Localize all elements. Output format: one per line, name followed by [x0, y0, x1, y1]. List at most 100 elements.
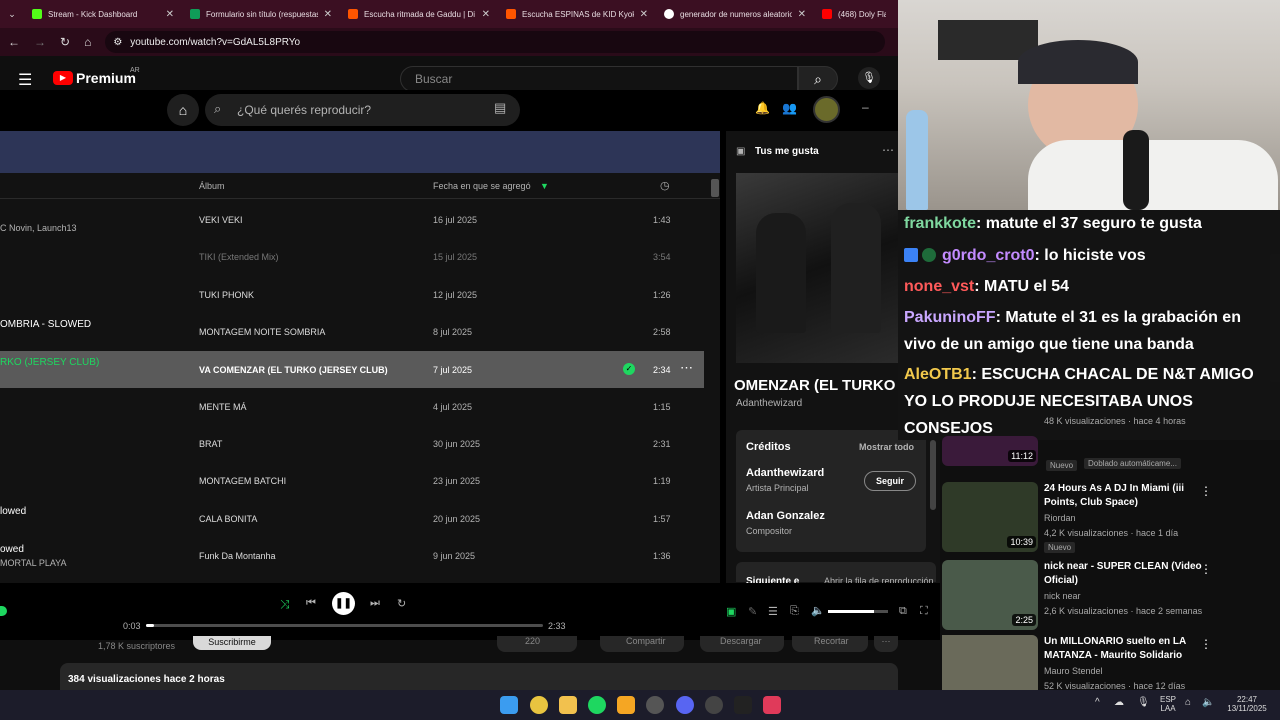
- more-options-icon[interactable]: ⋮: [1200, 562, 1212, 576]
- progress-bar[interactable]: [146, 624, 543, 627]
- scrollbar[interactable]: [711, 179, 719, 197]
- more-options-icon[interactable]: ⋮: [1200, 637, 1212, 651]
- tab-search-chevron-icon[interactable]: ⌄: [0, 0, 24, 28]
- video-title[interactable]: Un MILLONARIO suelto en LA MATANZA - Mau…: [1044, 635, 1214, 663]
- next-icon[interactable]: ⏭: [370, 597, 380, 610]
- track-album[interactable]: MONTAGEM BATCHI: [199, 476, 286, 486]
- subscribe-button[interactable]: Suscribirme: [193, 636, 271, 650]
- track-row[interactable]: OMBRIA - SLOWED MONTAGEM NOITE SOMBRIA 8 j…: [0, 313, 704, 350]
- tray-chevron-icon[interactable]: ^: [1095, 697, 1100, 708]
- show-all-link[interactable]: Mostrar todo: [859, 442, 914, 452]
- video-title[interactable]: 24 Hours As A DJ In Miami (iii Points, C…: [1044, 482, 1214, 510]
- now-playing-title[interactable]: OMENZAR (EL TURKO: [734, 377, 896, 394]
- share-button[interactable]: Compartir: [600, 636, 684, 652]
- search-icon[interactable]: ⌕: [798, 66, 838, 92]
- youtube-logo-icon[interactable]: ▶: [53, 71, 73, 85]
- channel-name[interactable]: Riordan: [1044, 513, 1076, 523]
- notifications-icon[interactable]: 🔔: [755, 101, 770, 115]
- discord-icon[interactable]: [676, 696, 694, 714]
- more-actions-icon[interactable]: ⋯: [874, 636, 898, 652]
- clip-button[interactable]: Recortar: [792, 636, 868, 652]
- browser-tab[interactable]: Stream - Kick Dashboard ✕: [24, 0, 182, 28]
- site-info-icon[interactable]: ⚙: [113, 37, 122, 48]
- network-icon[interactable]: ⌂: [1185, 697, 1191, 708]
- start-icon[interactable]: [500, 696, 518, 714]
- panel-toggle-icon[interactable]: ▣: [736, 146, 745, 157]
- like-button[interactable]: 220: [497, 636, 577, 652]
- video-title[interactable]: nick near - SUPER CLEAN (Video Oficial): [1044, 560, 1214, 588]
- keyboard-language[interactable]: ESP LAA: [1158, 695, 1178, 713]
- track-row[interactable]: BRAT 30 jun 2025 2:31: [0, 425, 704, 462]
- liked-check-icon[interactable]: ✓: [623, 363, 635, 375]
- follow-button[interactable]: Seguir: [864, 471, 916, 491]
- youtube-premium-logo[interactable]: Premium: [76, 70, 136, 86]
- clock[interactable]: 22:47 13/11/2025: [1222, 695, 1272, 713]
- browser-tab[interactable]: (468) Doly Flacko: [814, 0, 894, 28]
- track-row[interactable]: MENTE MÁ 4 jul 2025 1:15: [0, 388, 704, 425]
- related-video[interactable]: 10:39 24 Hours As A DJ In Miami (iii Poi…: [942, 482, 1272, 554]
- obs-icon[interactable]: [646, 696, 664, 714]
- track-album[interactable]: TUKI PHONK: [199, 290, 254, 300]
- devices-icon[interactable]: ⎘: [790, 605, 799, 618]
- minimize-icon[interactable]: –: [862, 100, 869, 114]
- tray-app-icon[interactable]: ☁: [1114, 697, 1124, 708]
- track-album[interactable]: VA COMENZAR (EL TURKO (JERSEY CLUB): [199, 365, 388, 375]
- file-explorer-icon[interactable]: [559, 696, 577, 714]
- volume-icon[interactable]: 🔈: [811, 604, 825, 617]
- channel-name[interactable]: nick near: [1044, 591, 1081, 601]
- capcut-icon[interactable]: [734, 696, 752, 714]
- related-video[interactable]: Un MILLONARIO suelto en LA MATANZA - Mau…: [942, 635, 1272, 690]
- close-icon[interactable]: ✕: [482, 9, 490, 20]
- browser-tab[interactable]: Escucha ritmada de Gaddu | Di ✕: [340, 0, 498, 28]
- queue-icon[interactable]: ☰: [768, 605, 778, 618]
- track-album[interactable]: CALA BONITA: [199, 514, 257, 524]
- video-thumbnail[interactable]: 10:39: [942, 482, 1038, 552]
- track-row[interactable]: TUKI PHONK 12 jul 2025 1:26: [0, 276, 704, 313]
- album-column-header[interactable]: Álbum: [199, 181, 225, 191]
- spotify-home-icon[interactable]: ⌂: [167, 94, 199, 126]
- credit-name[interactable]: Adanthewizard: [746, 467, 824, 479]
- track-album[interactable]: BRAT: [199, 439, 222, 449]
- previous-icon[interactable]: ⏮: [306, 597, 316, 610]
- miniplayer-icon[interactable]: ⧉: [899, 605, 907, 618]
- spotify-search-input[interactable]: ¿Qué querés reproducir?: [205, 94, 520, 126]
- browser-tab[interactable]: generador de numeros aleatorios ✕: [656, 0, 814, 28]
- shuffle-icon[interactable]: ⤨: [280, 597, 290, 612]
- track-album[interactable]: TIKI (Extended Mix): [199, 252, 279, 262]
- track-row-selected[interactable]: RKO (JERSEY CLUB) VA COMENZAR (EL TURKO (…: [0, 351, 704, 388]
- repeat-icon[interactable]: ↻: [397, 597, 406, 610]
- browser-tab[interactable]: Escucha ESPINAS de KID Kyoki ✕: [498, 0, 656, 28]
- menu-icon[interactable]: ☰: [18, 70, 32, 90]
- brave-icon[interactable]: [617, 696, 635, 714]
- track-album[interactable]: MONTAGEM NOITE SOMBRIA: [199, 327, 325, 337]
- more-options-icon[interactable]: ⋯: [680, 360, 693, 376]
- track-row[interactable]: C Novin, Launch13 VEKI VEKI 16 jul 2025 1:4…: [0, 201, 704, 238]
- track-row[interactable]: owed MORTAL PLAYA Funk Da Montanha 9 jun 20…: [0, 537, 704, 574]
- browse-icon[interactable]: ▤: [494, 100, 506, 116]
- tiktok-icon[interactable]: [763, 696, 781, 714]
- close-icon[interactable]: ✕: [324, 9, 332, 20]
- more-options-icon[interactable]: ⋯: [882, 143, 894, 157]
- pause-button[interactable]: ❚❚: [332, 592, 355, 615]
- video-thumbnail[interactable]: 2:25: [942, 560, 1038, 630]
- friends-icon[interactable]: 👥: [782, 101, 797, 115]
- close-icon[interactable]: ✕: [166, 9, 174, 20]
- track-row[interactable]: MONTAGEM BATCHI 23 jun 2025 1:19: [0, 462, 704, 499]
- forward-icon[interactable]: →: [34, 35, 46, 49]
- spotify-icon[interactable]: [588, 696, 606, 714]
- url-field[interactable]: ⚙ youtube.com/watch?v=GdAL5L8PRYo: [105, 31, 886, 53]
- reload-icon[interactable]: ↻: [60, 35, 70, 49]
- back-icon[interactable]: ←: [8, 35, 20, 49]
- youtube-search-input[interactable]: Buscar: [400, 66, 798, 92]
- related-video[interactable]: 11:12 48 K visualizaciones · hace 4 hora…: [942, 416, 1272, 476]
- volume-icon[interactable]: 🔈: [1202, 697, 1214, 708]
- browser-tab[interactable]: Formulario sin título (respuestas) ✕: [182, 0, 340, 28]
- track-album[interactable]: Funk Da Montanha: [199, 551, 276, 561]
- track-album[interactable]: MENTE MÁ: [199, 402, 247, 412]
- close-icon[interactable]: ✕: [640, 9, 648, 20]
- close-icon[interactable]: ✕: [798, 9, 806, 20]
- download-button[interactable]: Descargar: [700, 636, 784, 652]
- related-video[interactable]: 2:25 nick near - SUPER CLEAN (Video Ofic…: [942, 560, 1272, 632]
- microphone-icon[interactable]: 🎙: [858, 67, 880, 89]
- date-column-header[interactable]: Fecha en que se agregó: [433, 181, 531, 191]
